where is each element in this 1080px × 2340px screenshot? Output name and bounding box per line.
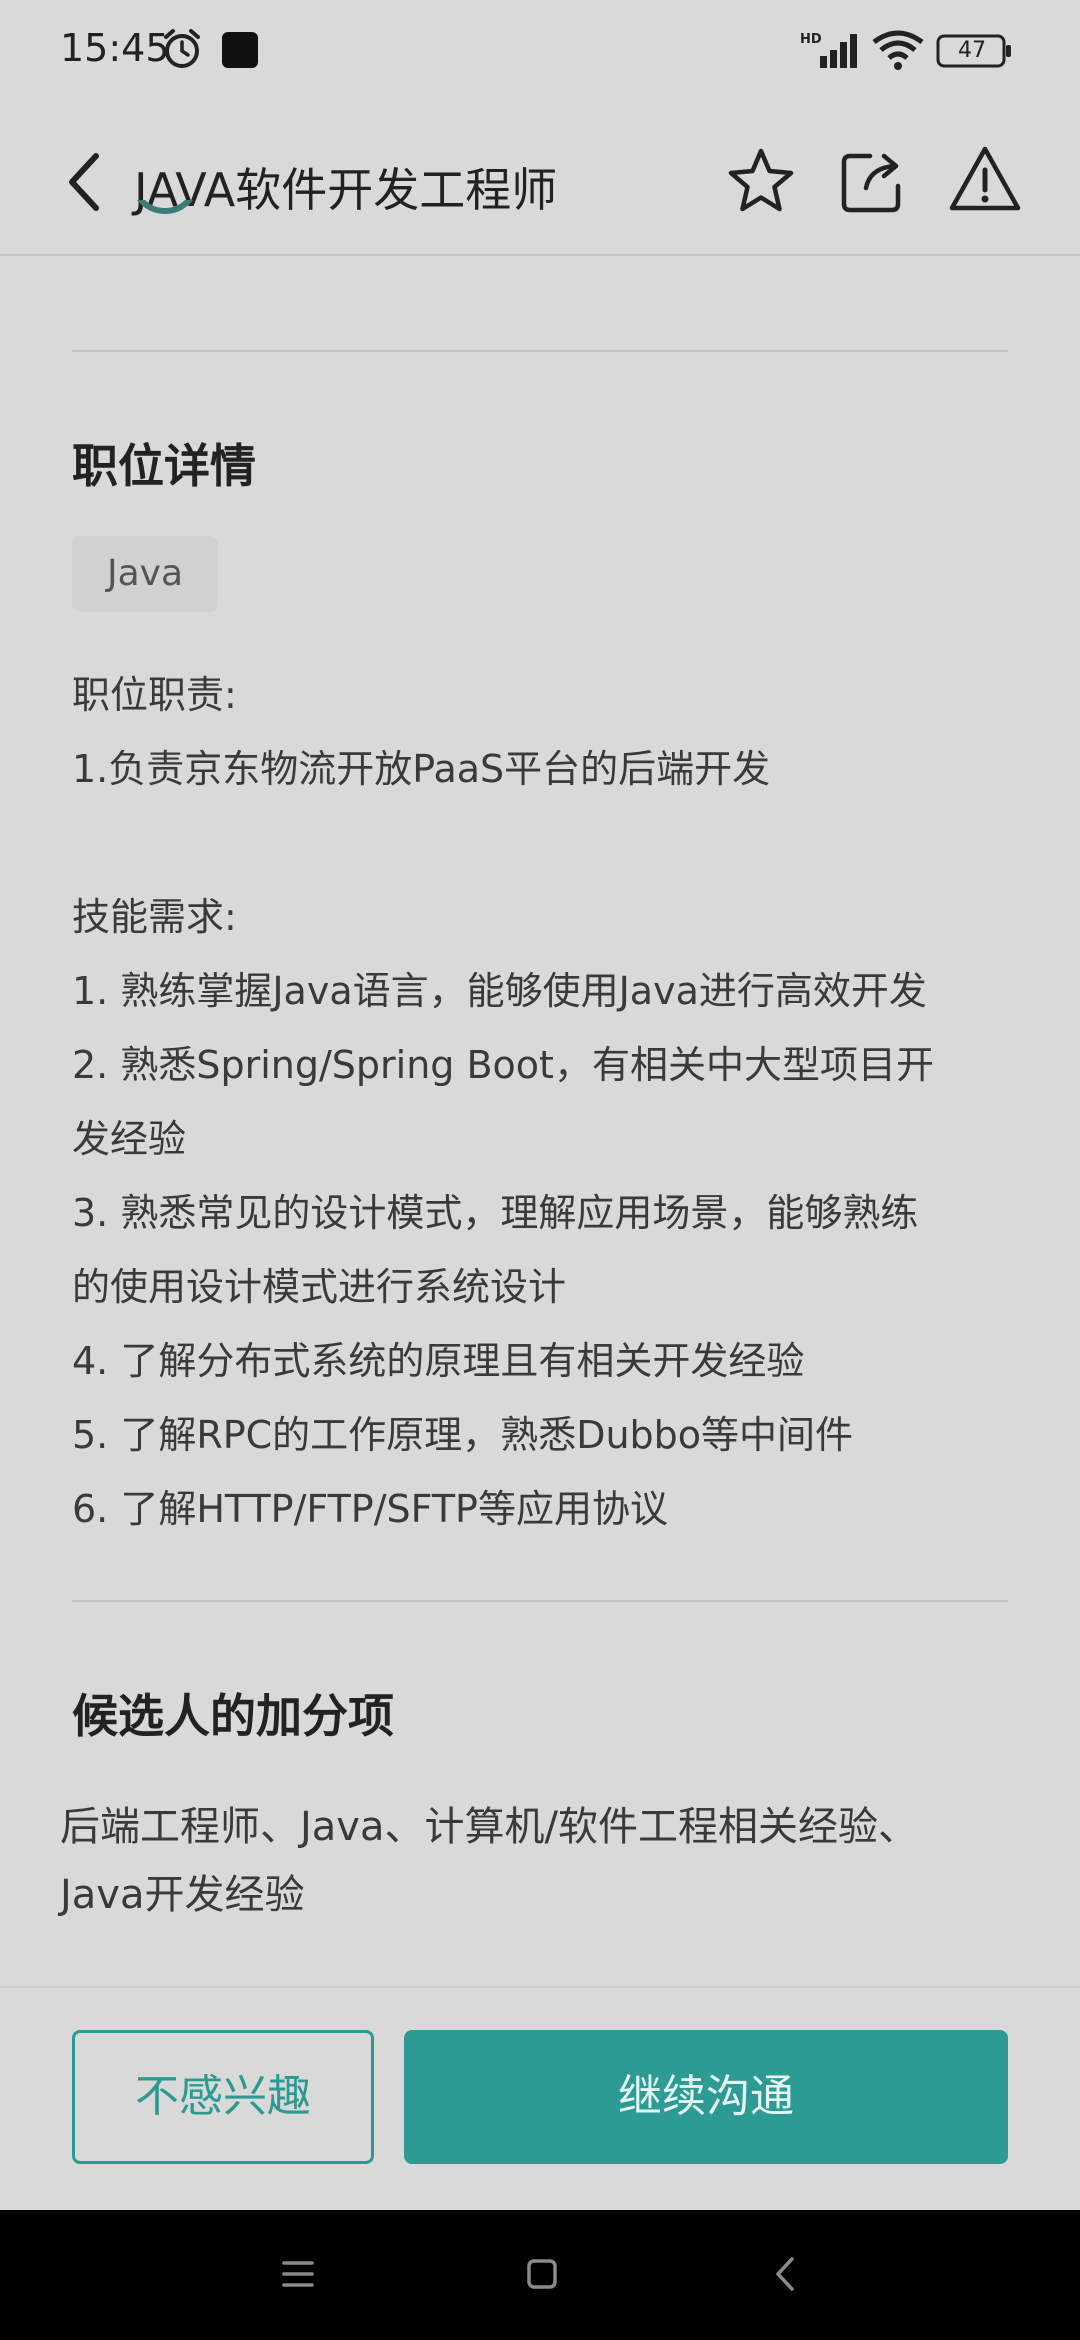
description-line: 2. 熟悉Spring/Spring Boot，有相关中大型项目开 <box>72 1043 934 1087</box>
wifi-icon <box>872 30 924 70</box>
description-line: 4. 了解分布式系统的原理且有相关开发经验 <box>72 1339 805 1383</box>
status-bar: 15:45 HD 47 <box>0 0 1080 100</box>
continue-chat-button[interactable]: 继续沟通 <box>404 2030 1008 2164</box>
bonus-line: 后端工程师、Java、计算机/软件工程相关经验、 <box>60 1804 918 1850</box>
back-icon[interactable] <box>64 150 104 214</box>
report-icon[interactable] <box>948 144 1022 214</box>
description-line: 技能需求: <box>72 895 237 939</box>
not-interested-button[interactable]: 不感兴趣 <box>72 2030 374 2164</box>
job-detail-page: 15:45 HD 47 JAVA软件开发工程师 职位详情 Java 职位职责: … <box>0 0 1080 2340</box>
battery-level: 47 <box>958 38 986 63</box>
description-line: 1.负责京东物流开放PaaS平台的后端开发 <box>72 747 771 791</box>
divider <box>72 350 1008 352</box>
home-icon[interactable] <box>526 2258 558 2290</box>
system-nav-bar <box>0 2210 1080 2340</box>
description-line: 1. 熟练掌握Java语言，能够使用Java进行高效开发 <box>72 969 927 1013</box>
nav-back-icon[interactable] <box>774 2256 796 2292</box>
status-time: 15:45 <box>60 26 170 70</box>
description-line: 3. 熟悉常见的设计模式，理解应用场景，能够熟练 <box>72 1191 919 1235</box>
recent-apps-icon[interactable] <box>282 2260 314 2288</box>
bonus-title: 候选人的加分项 <box>72 1689 394 1743</box>
description-line: 6. 了解HTTP/FTP/SFTP等应用协议 <box>72 1487 668 1531</box>
alarm-icon <box>164 29 200 68</box>
app-notification-icon <box>222 32 258 68</box>
avatar <box>130 200 200 256</box>
bonus-line: Java开发经验 <box>60 1872 305 1918</box>
description-line: 的使用设计模式进行系统设计 <box>72 1265 567 1309</box>
divider <box>72 1600 1008 1602</box>
star-icon[interactable] <box>726 146 796 216</box>
job-details-title: 职位详情 <box>72 439 256 493</box>
description-line: 职位职责: <box>72 673 237 717</box>
share-icon[interactable] <box>836 146 906 216</box>
network-label: HD <box>800 32 822 47</box>
signal-icon: HD <box>800 32 857 68</box>
action-bar-divider <box>0 1986 1080 1988</box>
header-divider <box>0 254 1080 256</box>
description-line: 发经验 <box>72 1117 187 1161</box>
skill-tag: Java <box>72 536 218 612</box>
description-line: 5. 了解RPC的工作原理，熟悉Dubbo等中间件 <box>72 1413 854 1457</box>
